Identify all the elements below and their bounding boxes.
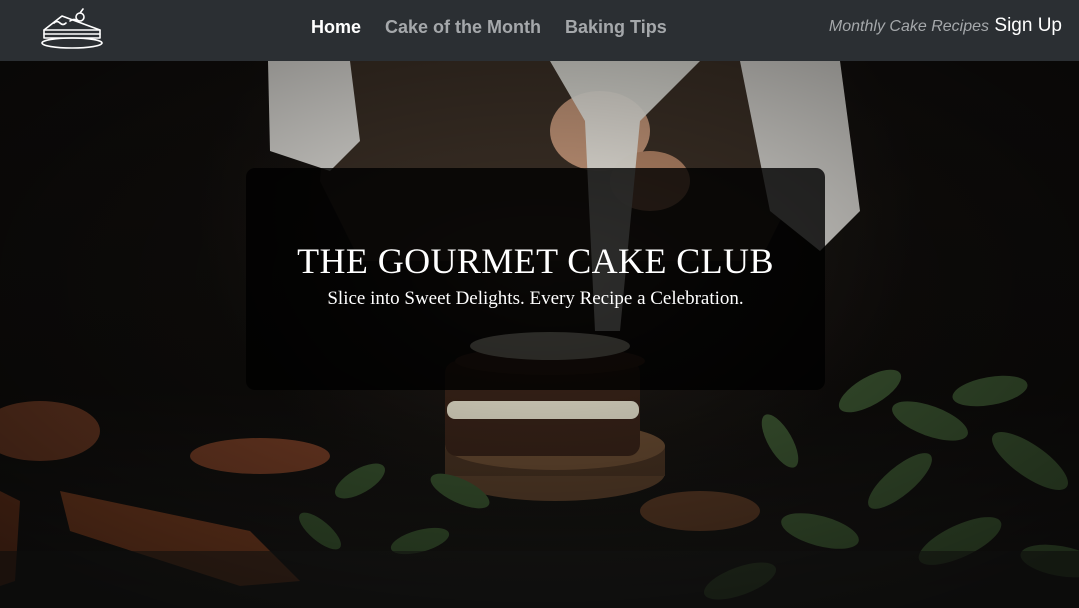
nav-link-home[interactable]: Home: [311, 17, 361, 38]
nav-link-cake-of-the-month[interactable]: Cake of the Month: [385, 17, 541, 38]
nav-link-baking-tips[interactable]: Baking Tips: [565, 17, 667, 38]
hero-section: THE GOURMET CAKE CLUB Slice into Sweet D…: [0, 61, 1079, 608]
cake-slice-icon[interactable]: [40, 8, 106, 50]
hero-subtitle: Slice into Sweet Delights. Every Recipe …: [327, 288, 744, 309]
hero-overlay-card: THE GOURMET CAKE CLUB Slice into Sweet D…: [246, 168, 825, 390]
hero-title: THE GOURMET CAKE CLUB: [297, 241, 774, 281]
nav-tagline: Monthly Cake Recipes: [828, 18, 989, 35]
sign-up-link[interactable]: Sign Up: [994, 15, 1062, 37]
main-nav: Home Cake of the Month Baking Tips: [311, 17, 667, 38]
navbar: Home Cake of the Month Baking Tips Month…: [0, 0, 1079, 61]
